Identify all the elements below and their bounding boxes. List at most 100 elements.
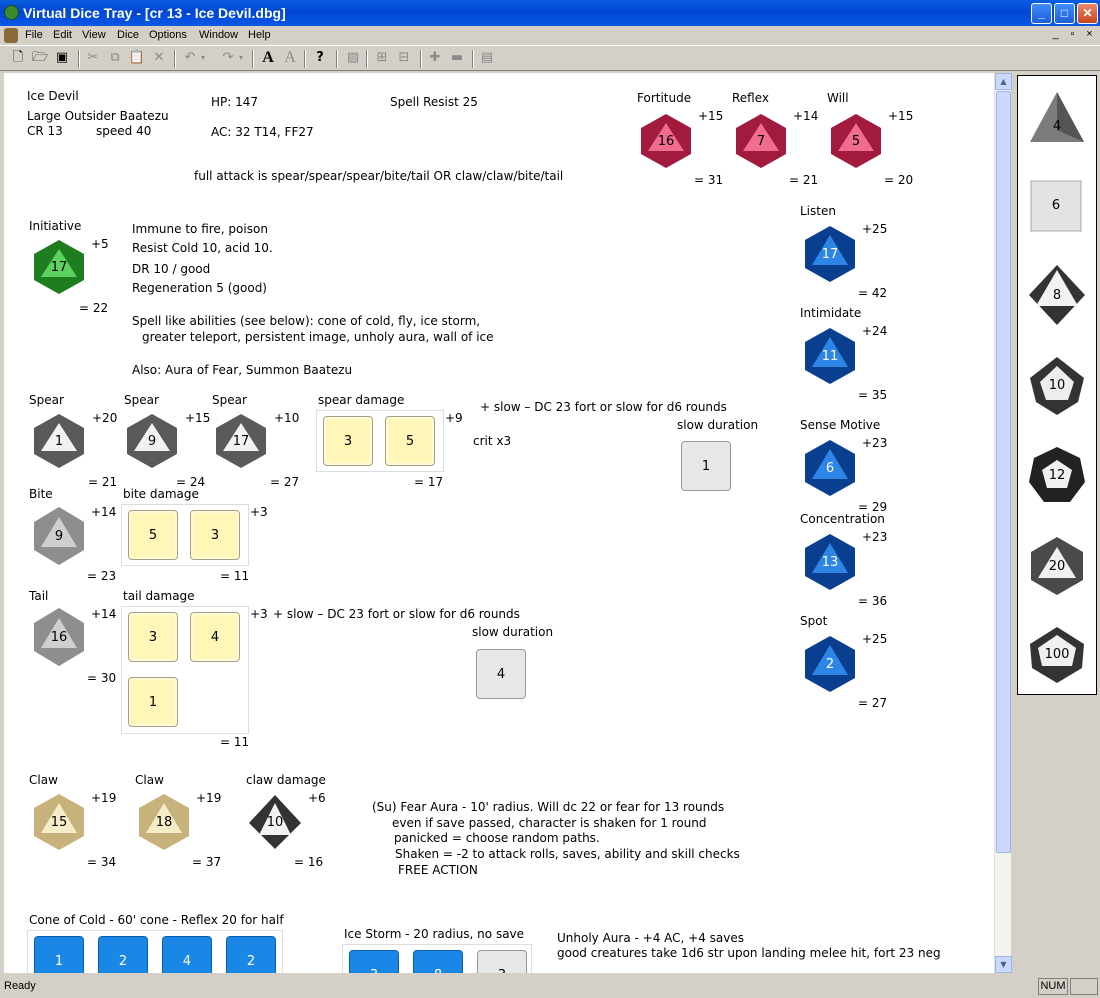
reflex-d20[interactable]: 7 xyxy=(733,113,789,169)
cone-die[interactable]: 4 xyxy=(162,936,212,973)
d6-die[interactable]: 5 xyxy=(385,416,435,466)
challenge-rating: CR 13 xyxy=(27,124,63,138)
ice-storm-die[interactable]: 3 xyxy=(477,950,527,973)
close-button[interactable]: ✕ xyxy=(1077,3,1098,24)
cone-die[interactable]: 2 xyxy=(226,936,276,973)
skill-modifier: +24 xyxy=(862,324,888,338)
mdi-close-icon[interactable]: × xyxy=(1082,28,1097,42)
maximize-button[interactable]: □ xyxy=(1054,3,1075,24)
d6-die[interactable]: 4 xyxy=(190,612,240,662)
slow-note: + slow – DC 23 fort or slow for d6 round… xyxy=(273,607,520,621)
also-note: Also: Aura of Fear, Summon Baatezu xyxy=(132,363,353,377)
vertical-scrollbar[interactable]: ▲ ▼ xyxy=(994,73,1012,973)
bite-damage-group[interactable]: 5 3 xyxy=(121,504,249,566)
sense-motive-d20[interactable]: 6 xyxy=(802,439,858,497)
d6-die[interactable]: 3 xyxy=(323,416,373,466)
will-d20[interactable]: 5 xyxy=(828,113,884,169)
ungroup-icon[interactable]: ⊟ xyxy=(395,49,413,67)
copy-icon[interactable]: ⧉ xyxy=(106,49,124,67)
attack-modifier: +19 xyxy=(196,791,222,805)
skill-modifier: +23 xyxy=(862,436,888,450)
intimidate-d20[interactable]: 11 xyxy=(802,327,858,385)
help-icon[interactable]: ? xyxy=(311,49,329,67)
bite-d20[interactable]: 9 xyxy=(31,506,87,566)
dice-icon[interactable]: ▨ xyxy=(344,49,362,67)
fear-aura-text: (Su) Fear Aura - 10' radius. Will dc 22 … xyxy=(372,800,725,814)
mdi-restore-icon[interactable]: ▫ xyxy=(1065,28,1080,42)
undo-icon[interactable]: ↶ xyxy=(181,49,199,67)
ice-storm-die[interactable]: 3 xyxy=(349,950,399,973)
redo-icon[interactable]: ↷ xyxy=(219,49,237,67)
spear-damage-group[interactable]: 3 5 xyxy=(316,410,444,472)
tray-d8[interactable]: 8 xyxy=(1028,264,1086,326)
mdi-minimize-icon[interactable]: _ xyxy=(1048,28,1063,42)
add-icon[interactable]: ✚ xyxy=(426,49,444,67)
claw-attack-d20[interactable]: 15 xyxy=(31,793,87,851)
unholy-aura-text: good creatures take 1d6 str upon landing… xyxy=(557,946,941,960)
scroll-up-arrow-icon[interactable]: ▲ xyxy=(995,73,1012,90)
menu-file[interactable]: File xyxy=(25,29,43,41)
open-folder-icon[interactable]: 🗁 xyxy=(31,49,49,67)
d6-die[interactable]: 3 xyxy=(128,612,178,662)
attack-modifier: +15 xyxy=(185,411,211,425)
slow-duration-die[interactable]: 4 xyxy=(476,649,526,699)
menu-view[interactable]: View xyxy=(82,29,106,41)
properties-icon[interactable]: ▤ xyxy=(478,49,496,67)
save-icon[interactable]: ▣ xyxy=(53,49,71,67)
font-icon[interactable]: A xyxy=(259,49,277,67)
delete-icon[interactable]: ✕ xyxy=(150,49,168,67)
ice-storm-die[interactable]: 8 xyxy=(413,950,463,973)
claw-attack-d20[interactable]: 18 xyxy=(136,793,192,851)
scroll-down-arrow-icon[interactable]: ▼ xyxy=(995,956,1012,973)
cut-icon[interactable]: ✂ xyxy=(84,49,102,67)
spear-attack-d20[interactable]: 1 xyxy=(31,413,87,469)
tray-d6[interactable]: 6 xyxy=(1030,180,1082,232)
concentration-d20[interactable]: 13 xyxy=(802,533,858,591)
cone-of-cold-group[interactable]: 1 2 4 2 xyxy=(27,930,283,973)
fortitude-d20[interactable]: 16 xyxy=(638,113,694,169)
claw-damage-d4[interactable]: 10 xyxy=(247,793,303,851)
cone-die[interactable]: 1 xyxy=(34,936,84,973)
spear-attack-d20[interactable]: 17 xyxy=(213,413,269,469)
tray-d4[interactable]: 4 xyxy=(1028,90,1086,144)
font-size-icon[interactable]: A xyxy=(281,49,299,67)
tray-d12[interactable]: 12 xyxy=(1028,446,1086,506)
tail-damage-group[interactable]: 3 4 1 xyxy=(121,606,249,734)
cone-die[interactable]: 2 xyxy=(98,936,148,973)
menu-help[interactable]: Help xyxy=(248,29,271,41)
chevron-down-icon[interactable]: ▾ xyxy=(198,49,208,67)
menu-edit[interactable]: Edit xyxy=(53,29,72,41)
remove-icon[interactable]: ▬ xyxy=(448,49,466,67)
group-icon[interactable]: ⊞ xyxy=(373,49,391,67)
chevron-down-icon[interactable]: ▾ xyxy=(236,49,246,67)
spot-d20[interactable]: 2 xyxy=(802,635,858,693)
save-total: = 31 xyxy=(694,173,724,187)
ability-line: Resist Cold 10, acid 10. xyxy=(132,241,273,255)
menu-dice[interactable]: Dice xyxy=(117,29,139,41)
tail-d20[interactable]: 16 xyxy=(31,607,87,667)
new-file-icon[interactable]: 🗋 xyxy=(9,49,27,67)
d6-die[interactable]: 3 xyxy=(190,510,240,560)
tray-d20[interactable]: 20 xyxy=(1028,536,1086,596)
spear-attack-d20[interactable]: 9 xyxy=(124,413,180,469)
ice-storm-group[interactable]: 3 8 3 xyxy=(342,944,532,973)
menu-options[interactable]: Options xyxy=(149,29,187,41)
slow-duration-die[interactable]: 1 xyxy=(681,441,731,491)
damage-label: bite damage xyxy=(123,487,199,501)
toolbar-separator xyxy=(174,50,176,68)
listen-d20[interactable]: 17 xyxy=(802,225,858,283)
tray-d100[interactable]: 100 xyxy=(1028,626,1086,684)
menu-window[interactable]: Window xyxy=(199,29,238,41)
d6-die[interactable]: 1 xyxy=(128,677,178,727)
document-icon[interactable] xyxy=(4,28,18,43)
paste-icon[interactable]: 📋 xyxy=(128,49,146,67)
d6-die[interactable]: 5 xyxy=(128,510,178,560)
cone-of-cold-label: Cone of Cold - 60' cone - Reflex 20 for … xyxy=(29,913,284,927)
slow-duration-label: slow duration xyxy=(472,625,554,639)
initiative-d20[interactable]: 17 xyxy=(31,239,87,295)
scroll-thumb[interactable] xyxy=(996,91,1011,853)
tray-d10[interactable]: 10 xyxy=(1028,356,1086,416)
ice-storm-label: Ice Storm - 20 radius, no save xyxy=(344,927,525,941)
skill-modifier: +25 xyxy=(862,222,888,236)
minimize-button[interactable]: _ xyxy=(1031,3,1052,24)
